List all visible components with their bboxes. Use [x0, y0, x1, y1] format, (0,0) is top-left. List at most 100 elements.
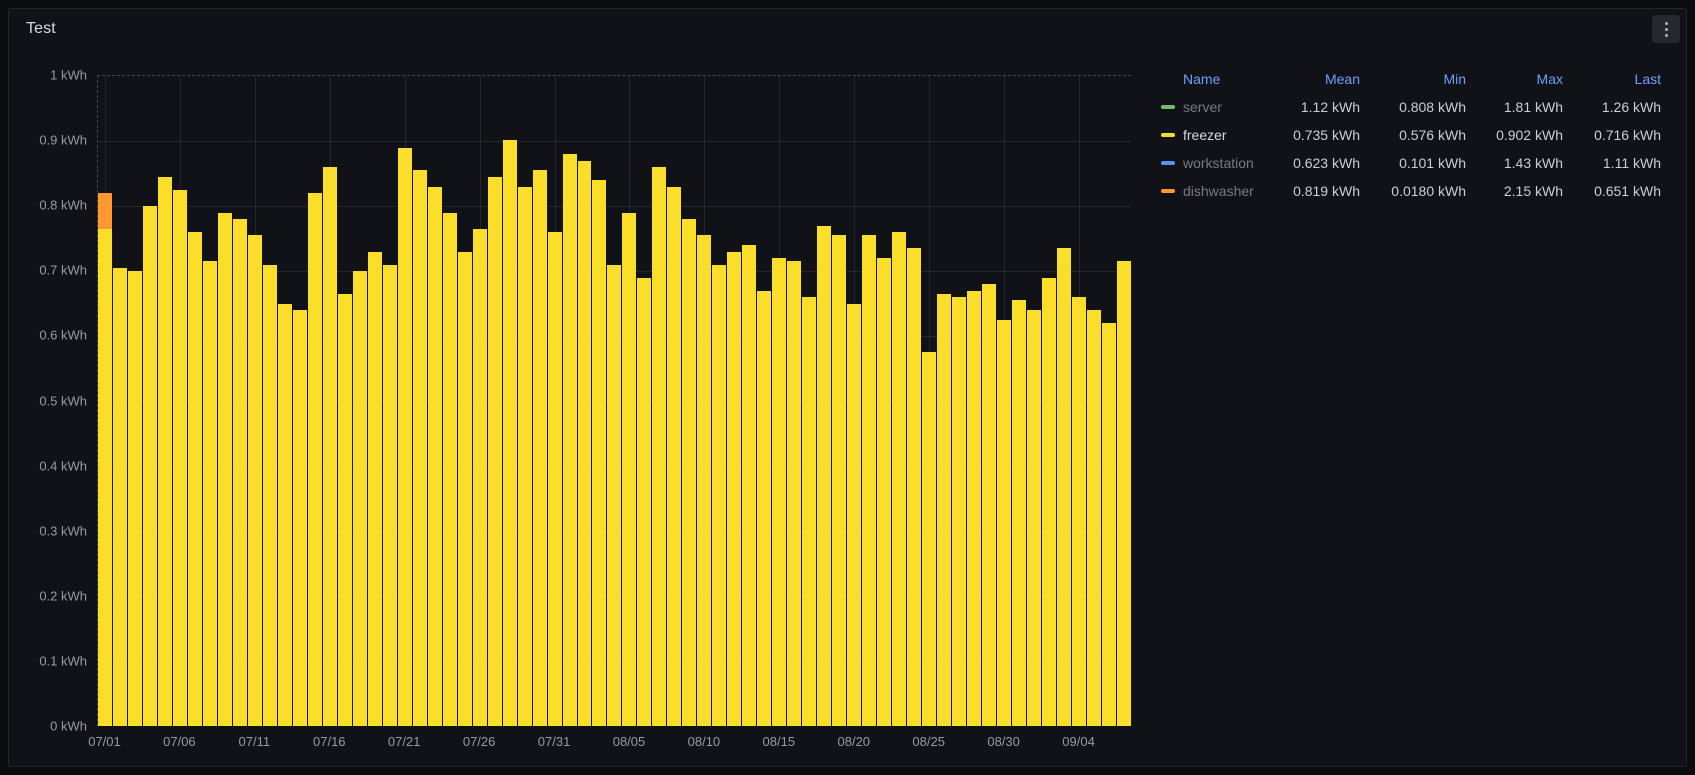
y-tick-label: 0.9 kWh [9, 133, 87, 148]
bar [293, 310, 307, 726]
legend-value-min: 0.0180 kWh [1360, 183, 1466, 199]
bar [353, 271, 367, 726]
x-tick-label: 07/31 [538, 734, 571, 749]
bar [308, 193, 322, 726]
legend-value-last: 1.26 kWh [1563, 99, 1661, 115]
bar [862, 235, 876, 726]
y-tick-label: 0.4 kWh [9, 458, 87, 473]
bar [548, 232, 562, 726]
legend-column-header-name[interactable]: Name [1145, 71, 1275, 87]
x-tick-label: 07/16 [313, 734, 346, 749]
legend-name-cell: freezer [1145, 127, 1275, 143]
series-name-label[interactable]: freezer [1183, 127, 1227, 143]
legend-value-max: 2.15 kWh [1466, 183, 1563, 199]
bar [233, 219, 247, 726]
bar-stack-first [98, 76, 112, 726]
bar [802, 297, 816, 726]
bar [937, 294, 951, 726]
kebab-menu-icon [1665, 22, 1668, 37]
y-tick-label: 0.3 kWh [9, 523, 87, 538]
legend-table: NameMeanMinMaxLast server1.12 kWh0.808 k… [1145, 65, 1662, 205]
bar [143, 206, 157, 726]
panel-title[interactable]: Test [26, 20, 56, 38]
bar [1057, 248, 1071, 726]
bar [682, 219, 696, 726]
bar-series[interactable] [98, 76, 1131, 726]
bar [622, 213, 636, 727]
bar [278, 304, 292, 727]
bar [787, 261, 801, 726]
bar [518, 187, 532, 727]
x-tick-label: 08/10 [688, 734, 721, 749]
legend-value-max: 1.81 kWh [1466, 99, 1563, 115]
legend-rows: server1.12 kWh0.808 kWh1.81 kWh1.26 kWh f… [1145, 93, 1662, 205]
bar [383, 265, 397, 727]
x-tick-label: 07/26 [463, 734, 496, 749]
bar [892, 232, 906, 726]
bar [607, 265, 621, 727]
x-axis: 07/0107/0607/1107/1607/2107/2607/3108/05… [97, 732, 1131, 754]
series-color-swatch [1161, 189, 1175, 193]
legend-name-cell: dishwasher [1145, 183, 1275, 199]
x-tick-label: 09/04 [1062, 734, 1095, 749]
y-axis: 0 kWh0.1 kWh0.2 kWh0.3 kWh0.4 kWh0.5 kWh… [9, 75, 87, 726]
legend-row-dishwasher[interactable]: dishwasher0.819 kWh0.0180 kWh2.15 kWh0.6… [1145, 177, 1662, 205]
x-tick-label: 08/05 [613, 734, 646, 749]
bar [1072, 297, 1086, 726]
y-tick-label: 0.5 kWh [9, 393, 87, 408]
legend-column-header-mean[interactable]: Mean [1275, 71, 1360, 87]
bar [727, 252, 741, 727]
bar [982, 284, 996, 726]
legend-header-row: NameMeanMinMaxLast [1145, 65, 1662, 93]
series-name-label[interactable]: server [1183, 99, 1222, 115]
series-color-swatch [1161, 105, 1175, 109]
legend-name-cell: workstation [1145, 155, 1275, 171]
panel-menu-button[interactable] [1652, 15, 1680, 43]
series-color-swatch [1161, 133, 1175, 137]
bar [203, 261, 217, 726]
bar [503, 140, 517, 726]
bar [128, 271, 142, 726]
bar [458, 252, 472, 727]
legend-value-min: 0.101 kWh [1360, 155, 1466, 171]
legend-value-mean: 0.735 kWh [1275, 127, 1360, 143]
bar [398, 148, 412, 727]
legend-value-last: 0.716 kWh [1563, 127, 1661, 143]
x-tick-label: 08/20 [837, 734, 870, 749]
bar [712, 265, 726, 727]
bar [488, 177, 502, 726]
plot-area[interactable] [97, 75, 1131, 726]
bar [967, 291, 981, 727]
bar [113, 268, 127, 726]
bar [578, 161, 592, 727]
bar [652, 167, 666, 726]
bar [188, 232, 202, 726]
bar [338, 294, 352, 726]
x-tick-label: 08/30 [987, 734, 1020, 749]
y-tick-label: 0.8 kWh [9, 198, 87, 213]
legend-column-header-max[interactable]: Max [1466, 71, 1563, 87]
legend-value-mean: 0.819 kWh [1275, 183, 1360, 199]
series-color-swatch [1161, 161, 1175, 165]
legend-column-header-last[interactable]: Last [1563, 71, 1661, 87]
legend-name-cell: server [1145, 99, 1275, 115]
legend-column-header-min[interactable]: Min [1360, 71, 1466, 87]
series-name-label[interactable]: workstation [1183, 155, 1254, 171]
bar [667, 187, 681, 727]
legend-row-server[interactable]: server1.12 kWh0.808 kWh1.81 kWh1.26 kWh [1145, 93, 1662, 121]
y-tick-label: 1 kWh [9, 68, 87, 83]
bar [248, 235, 262, 726]
legend-value-max: 0.902 kWh [1466, 127, 1563, 143]
bar [637, 278, 651, 727]
x-tick-label: 08/25 [912, 734, 945, 749]
legend-row-workstation[interactable]: workstation0.623 kWh0.101 kWh1.43 kWh1.1… [1145, 149, 1662, 177]
legend-row-freezer[interactable]: freezer0.735 kWh0.576 kWh0.902 kWh0.716 … [1145, 121, 1662, 149]
bar [533, 170, 547, 726]
y-tick-label: 0 kWh [9, 719, 87, 734]
bar [413, 170, 427, 726]
bar [1117, 261, 1131, 726]
x-tick-label: 07/11 [239, 734, 271, 749]
bar [473, 229, 487, 726]
series-name-label[interactable]: dishwasher [1183, 183, 1254, 199]
bar [443, 213, 457, 727]
